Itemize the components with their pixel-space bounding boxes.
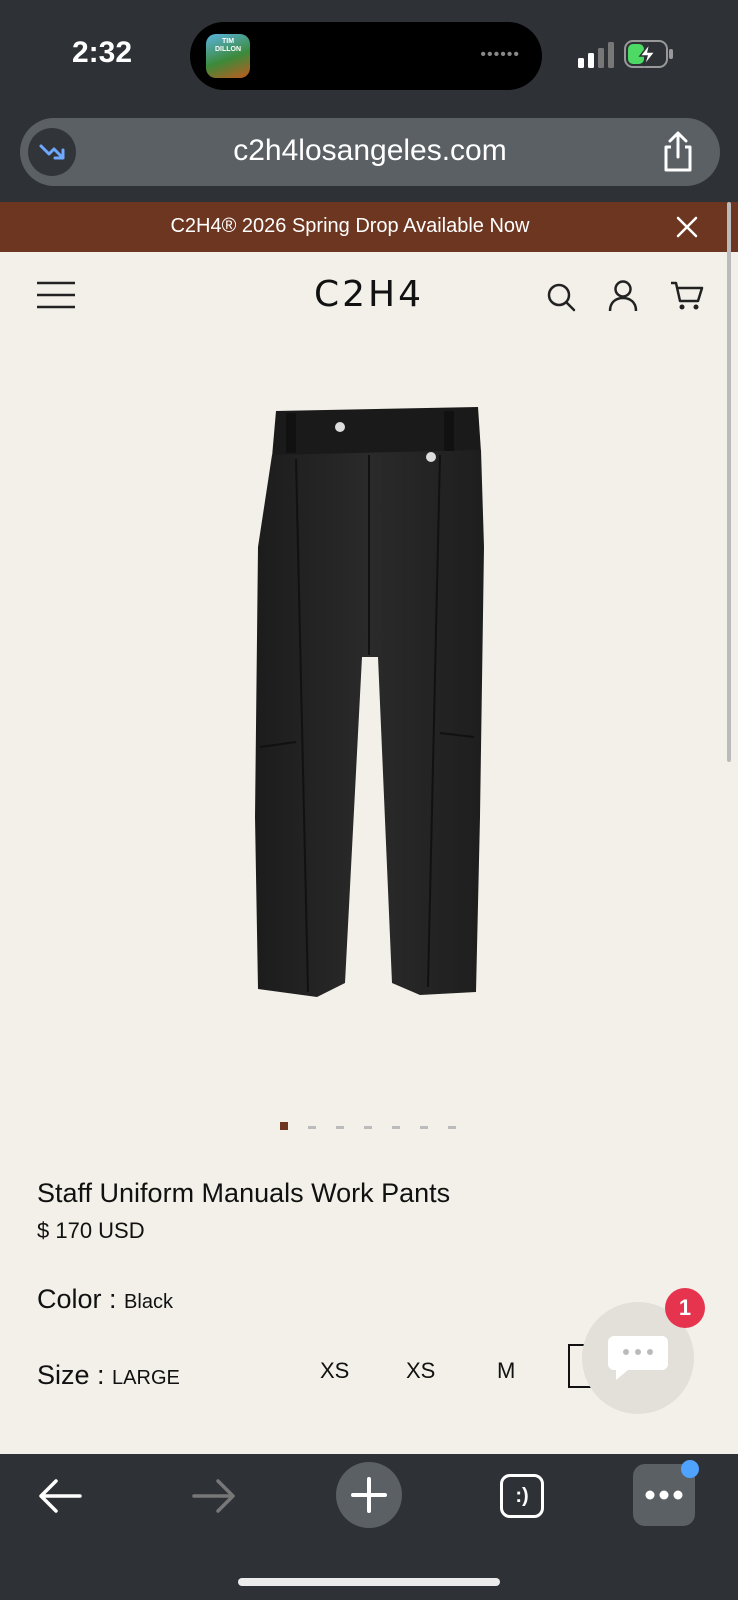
notification-dot [681, 1460, 699, 1478]
dynamic-island[interactable]: TIM DILLON •••••• [190, 22, 542, 90]
new-tab-button[interactable] [336, 1462, 402, 1528]
scrollbar[interactable] [727, 202, 731, 762]
size-option-xs-2[interactable]: XS [406, 1358, 435, 1384]
audio-waveform-icon: •••••• [480, 46, 520, 63]
carousel-dot[interactable] [364, 1126, 372, 1129]
search-icon[interactable] [546, 282, 576, 312]
color-value: Black [124, 1291, 173, 1313]
address-bar[interactable]: c2h4losangeles.com [20, 118, 720, 186]
carousel-dot[interactable] [308, 1126, 316, 1129]
carousel-dot[interactable] [280, 1122, 288, 1130]
product-image[interactable] [0, 337, 738, 1287]
artwork-text: TIM DILLON [214, 38, 242, 53]
battery-charging-icon [624, 40, 673, 68]
share-icon[interactable] [656, 130, 700, 174]
chat-icon [608, 1336, 668, 1380]
status-bar: 2:32 TIM DILLON •••••• [0, 0, 738, 112]
close-icon[interactable] [674, 214, 700, 240]
forward-arrow-icon[interactable] [190, 1476, 238, 1516]
color-option: Color : Black [37, 1284, 173, 1315]
color-label: Color : [37, 1284, 125, 1314]
product-price: $ 170 USD [37, 1218, 145, 1243]
size-label: Size : [37, 1360, 113, 1390]
image-carousel-indicator[interactable] [280, 1122, 460, 1136]
cart-icon[interactable] [670, 280, 704, 312]
announcement-bar: C2H4® 2026 Spring Drop Available Now [0, 202, 738, 252]
size-option: Size : LARGE [37, 1360, 180, 1391]
tab-switcher-button[interactable]: :) [500, 1474, 544, 1518]
size-option-m[interactable]: M [497, 1358, 515, 1384]
carousel-dot[interactable] [392, 1126, 400, 1129]
account-icon[interactable] [608, 280, 638, 312]
url-text[interactable]: c2h4losangeles.com [20, 134, 720, 168]
now-playing-artwork: TIM DILLON [206, 34, 250, 78]
product-title: Staff Uniform Manuals Work Pants [37, 1178, 451, 1208]
announcement-text[interactable]: C2H4® 2026 Spring Drop Available Now [0, 215, 700, 238]
carousel-dot[interactable] [420, 1126, 428, 1129]
pants-illustration [255, 407, 484, 997]
carousel-dot[interactable] [336, 1126, 344, 1129]
plus-icon [351, 1477, 387, 1513]
home-indicator[interactable] [238, 1578, 500, 1586]
browser-toolbar: :) [0, 1454, 738, 1600]
cellular-signal-icon [578, 42, 614, 68]
status-time: 2:32 [72, 36, 133, 69]
back-arrow-icon[interactable] [36, 1476, 84, 1516]
size-option-xs[interactable]: XS [320, 1358, 349, 1384]
carousel-dot[interactable] [448, 1126, 456, 1129]
size-value: LARGE [112, 1367, 180, 1389]
web-page: C2H4® 2026 Spring Drop Available Now C2H… [0, 202, 738, 1454]
chat-notification-badge: 1 [665, 1288, 705, 1328]
